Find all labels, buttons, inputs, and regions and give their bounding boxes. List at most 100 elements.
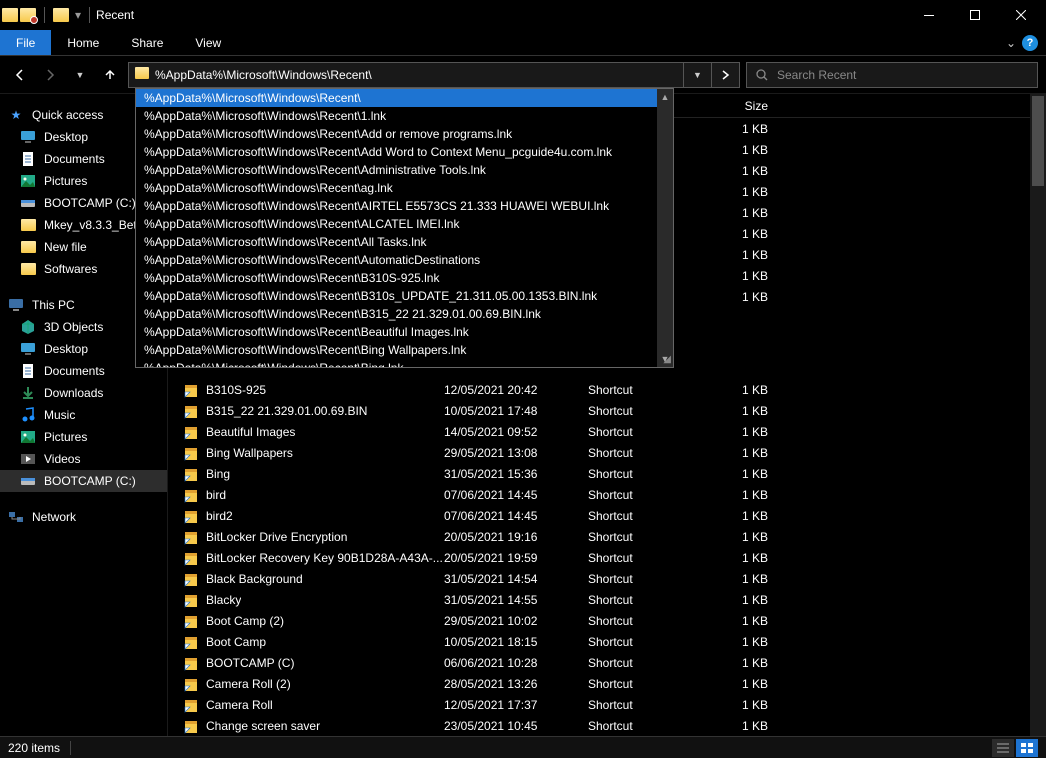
thumbnails-view-button[interactable]: [1016, 739, 1038, 757]
network[interactable]: Network: [0, 506, 167, 528]
autocomplete-item[interactable]: %AppData%\Microsoft\Windows\Recent\B310s…: [136, 287, 673, 305]
sidebar-item[interactable]: Downloads: [0, 382, 167, 404]
file-row[interactable]: Beautiful Images14/05/2021 09:52Shortcut…: [168, 421, 1046, 442]
sidebar-item[interactable]: BOOTCAMP (C:): [0, 470, 167, 492]
address-input[interactable]: [155, 63, 683, 87]
file-row[interactable]: Boot Camp10/05/2021 18:15Shortcut1 KB: [168, 631, 1046, 652]
view-toggle: [992, 739, 1038, 757]
file-row[interactable]: bird207/06/2021 14:45Shortcut1 KB: [168, 505, 1046, 526]
sidebar-item[interactable]: Pictures: [0, 426, 167, 448]
file-row[interactable]: Blacky31/05/2021 14:55Shortcut1 KB: [168, 589, 1046, 610]
autocomplete-item[interactable]: %AppData%\Microsoft\Windows\Recent\ag.ln…: [136, 179, 673, 197]
autocomplete-item[interactable]: %AppData%\Microsoft\Windows\Recent\Bing …: [136, 341, 673, 359]
file-row[interactable]: BitLocker Recovery Key 90B1D28A-A43A-...…: [168, 547, 1046, 568]
maximize-button[interactable]: [952, 0, 998, 30]
shortcut-icon: [184, 634, 200, 650]
window-controls: [906, 0, 1044, 30]
ribbon-tab-view[interactable]: View: [179, 30, 237, 55]
qat: ▾: [2, 7, 96, 23]
scrollbar[interactable]: [1030, 94, 1046, 736]
autocomplete-item[interactable]: %AppData%\Microsoft\Windows\Recent\B315_…: [136, 305, 673, 323]
address-bar[interactable]: ▼: [128, 62, 740, 88]
shortcut-icon: [184, 529, 200, 545]
file-row[interactable]: B315_22 21.329.01.00.69.BIN10/05/2021 17…: [168, 400, 1046, 421]
folder-icon: [53, 8, 69, 22]
file-row[interactable]: Boot Camp (2)29/05/2021 10:02Shortcut1 K…: [168, 610, 1046, 631]
desktop-icon: [20, 129, 36, 145]
qat-overflow[interactable]: ▾: [75, 8, 81, 22]
autocomplete-item[interactable]: %AppData%\Microsoft\Windows\Recent\Admin…: [136, 161, 673, 179]
scroll-thumb[interactable]: [1032, 96, 1044, 186]
shortcut-icon: [184, 445, 200, 461]
autocomplete-item[interactable]: %AppData%\Microsoft\Windows\Recent\All T…: [136, 233, 673, 251]
doc-icon: [20, 151, 36, 167]
file-row[interactable]: BOOTCAMP (C)06/06/2021 10:28Shortcut1 KB: [168, 652, 1046, 673]
file-row[interactable]: Camera Roll (2)28/05/2021 13:26Shortcut1…: [168, 673, 1046, 694]
titlebar: ▾ Recent: [0, 0, 1046, 30]
separator: [44, 7, 45, 23]
shortcut-icon: [184, 424, 200, 440]
search-icon: [755, 68, 769, 82]
pc-icon: [8, 297, 24, 313]
shortcut-icon: [184, 592, 200, 608]
close-button[interactable]: [998, 0, 1044, 30]
vid-icon: [20, 451, 36, 467]
back-button[interactable]: [8, 63, 32, 87]
address-autocomplete[interactable]: %AppData%\Microsoft\Windows\Recent\%AppD…: [135, 88, 674, 368]
autocomplete-item[interactable]: %AppData%\Microsoft\Windows\Recent\ALCAT…: [136, 215, 673, 233]
go-button[interactable]: [711, 63, 739, 87]
file-row[interactable]: B310S-92512/05/2021 20:42Shortcut1 KB: [168, 379, 1046, 400]
address-dropdown-button[interactable]: ▼: [683, 63, 711, 87]
search-input[interactable]: [777, 68, 1029, 82]
search-box[interactable]: [746, 62, 1038, 88]
scroll-up-icon[interactable]: ▲: [657, 89, 673, 105]
autocomplete-item[interactable]: %AppData%\Microsoft\Windows\Recent\1.lnk: [136, 107, 673, 125]
autocomplete-item[interactable]: %AppData%\Microsoft\Windows\Recent\AIRTE…: [136, 197, 673, 215]
star-icon: ★: [8, 107, 24, 123]
separator: [70, 741, 71, 755]
folder-icon: [20, 261, 36, 277]
shortcut-icon: [184, 487, 200, 503]
pic-icon: [20, 173, 36, 189]
file-row[interactable]: BitLocker Drive Encryption20/05/2021 19:…: [168, 526, 1046, 547]
autocomplete-item[interactable]: %AppData%\Microsoft\Windows\Recent\: [136, 89, 673, 107]
shortcut-icon: [184, 550, 200, 566]
file-row[interactable]: Bing31/05/2021 15:36Shortcut1 KB: [168, 463, 1046, 484]
dropdown-scrollbar[interactable]: ▲ ▼: [657, 89, 673, 367]
file-row[interactable]: Black Background31/05/2021 14:54Shortcut…: [168, 568, 1046, 589]
shortcut-icon: [184, 697, 200, 713]
file-row[interactable]: Change screen saver23/05/2021 10:45Short…: [168, 715, 1046, 736]
file-row[interactable]: bird07/06/2021 14:45Shortcut1 KB: [168, 484, 1046, 505]
shortcut-icon: [184, 466, 200, 482]
file-row[interactable]: Camera Roll12/05/2021 17:37Shortcut1 KB: [168, 694, 1046, 715]
minimize-button[interactable]: [906, 0, 952, 30]
autocomplete-item[interactable]: %AppData%\Microsoft\Windows\Recent\Beaut…: [136, 323, 673, 341]
details-view-button[interactable]: [992, 739, 1014, 757]
resize-grip-icon[interactable]: ◢: [663, 354, 671, 365]
drive-icon: [20, 473, 36, 489]
forward-button[interactable]: [38, 63, 62, 87]
file-row[interactable]: Bing Wallpapers29/05/2021 13:08Shortcut1…: [168, 442, 1046, 463]
help-icon[interactable]: ?: [1022, 35, 1038, 51]
folder-icon: [20, 239, 36, 255]
network-icon: [8, 509, 24, 525]
col-size-header[interactable]: Size: [704, 99, 794, 113]
autocomplete-item[interactable]: %AppData%\Microsoft\Windows\Recent\Bing.…: [136, 359, 673, 367]
ribbon-collapse-icon[interactable]: ⌄: [1006, 36, 1016, 50]
sidebar-item[interactable]: Videos: [0, 448, 167, 470]
sidebar-item[interactable]: Music: [0, 404, 167, 426]
statusbar: 220 items: [0, 736, 1046, 758]
folder-icon: [20, 217, 36, 233]
autocomplete-item[interactable]: %AppData%\Microsoft\Windows\Recent\Autom…: [136, 251, 673, 269]
recent-locations-button[interactable]: ▼: [68, 63, 92, 87]
autocomplete-item[interactable]: %AppData%\Microsoft\Windows\Recent\Add W…: [136, 143, 673, 161]
ribbon-file-label: File: [16, 36, 35, 50]
ribbon-file-tab[interactable]: File: [0, 30, 51, 55]
autocomplete-item[interactable]: %AppData%\Microsoft\Windows\Recent\B310S…: [136, 269, 673, 287]
ribbon-tab-share[interactable]: Share: [115, 30, 179, 55]
ribbon-tab-home[interactable]: Home: [51, 30, 115, 55]
drive-icon: [20, 195, 36, 211]
shortcut-icon: [184, 613, 200, 629]
autocomplete-item[interactable]: %AppData%\Microsoft\Windows\Recent\Add o…: [136, 125, 673, 143]
up-button[interactable]: [98, 63, 122, 87]
